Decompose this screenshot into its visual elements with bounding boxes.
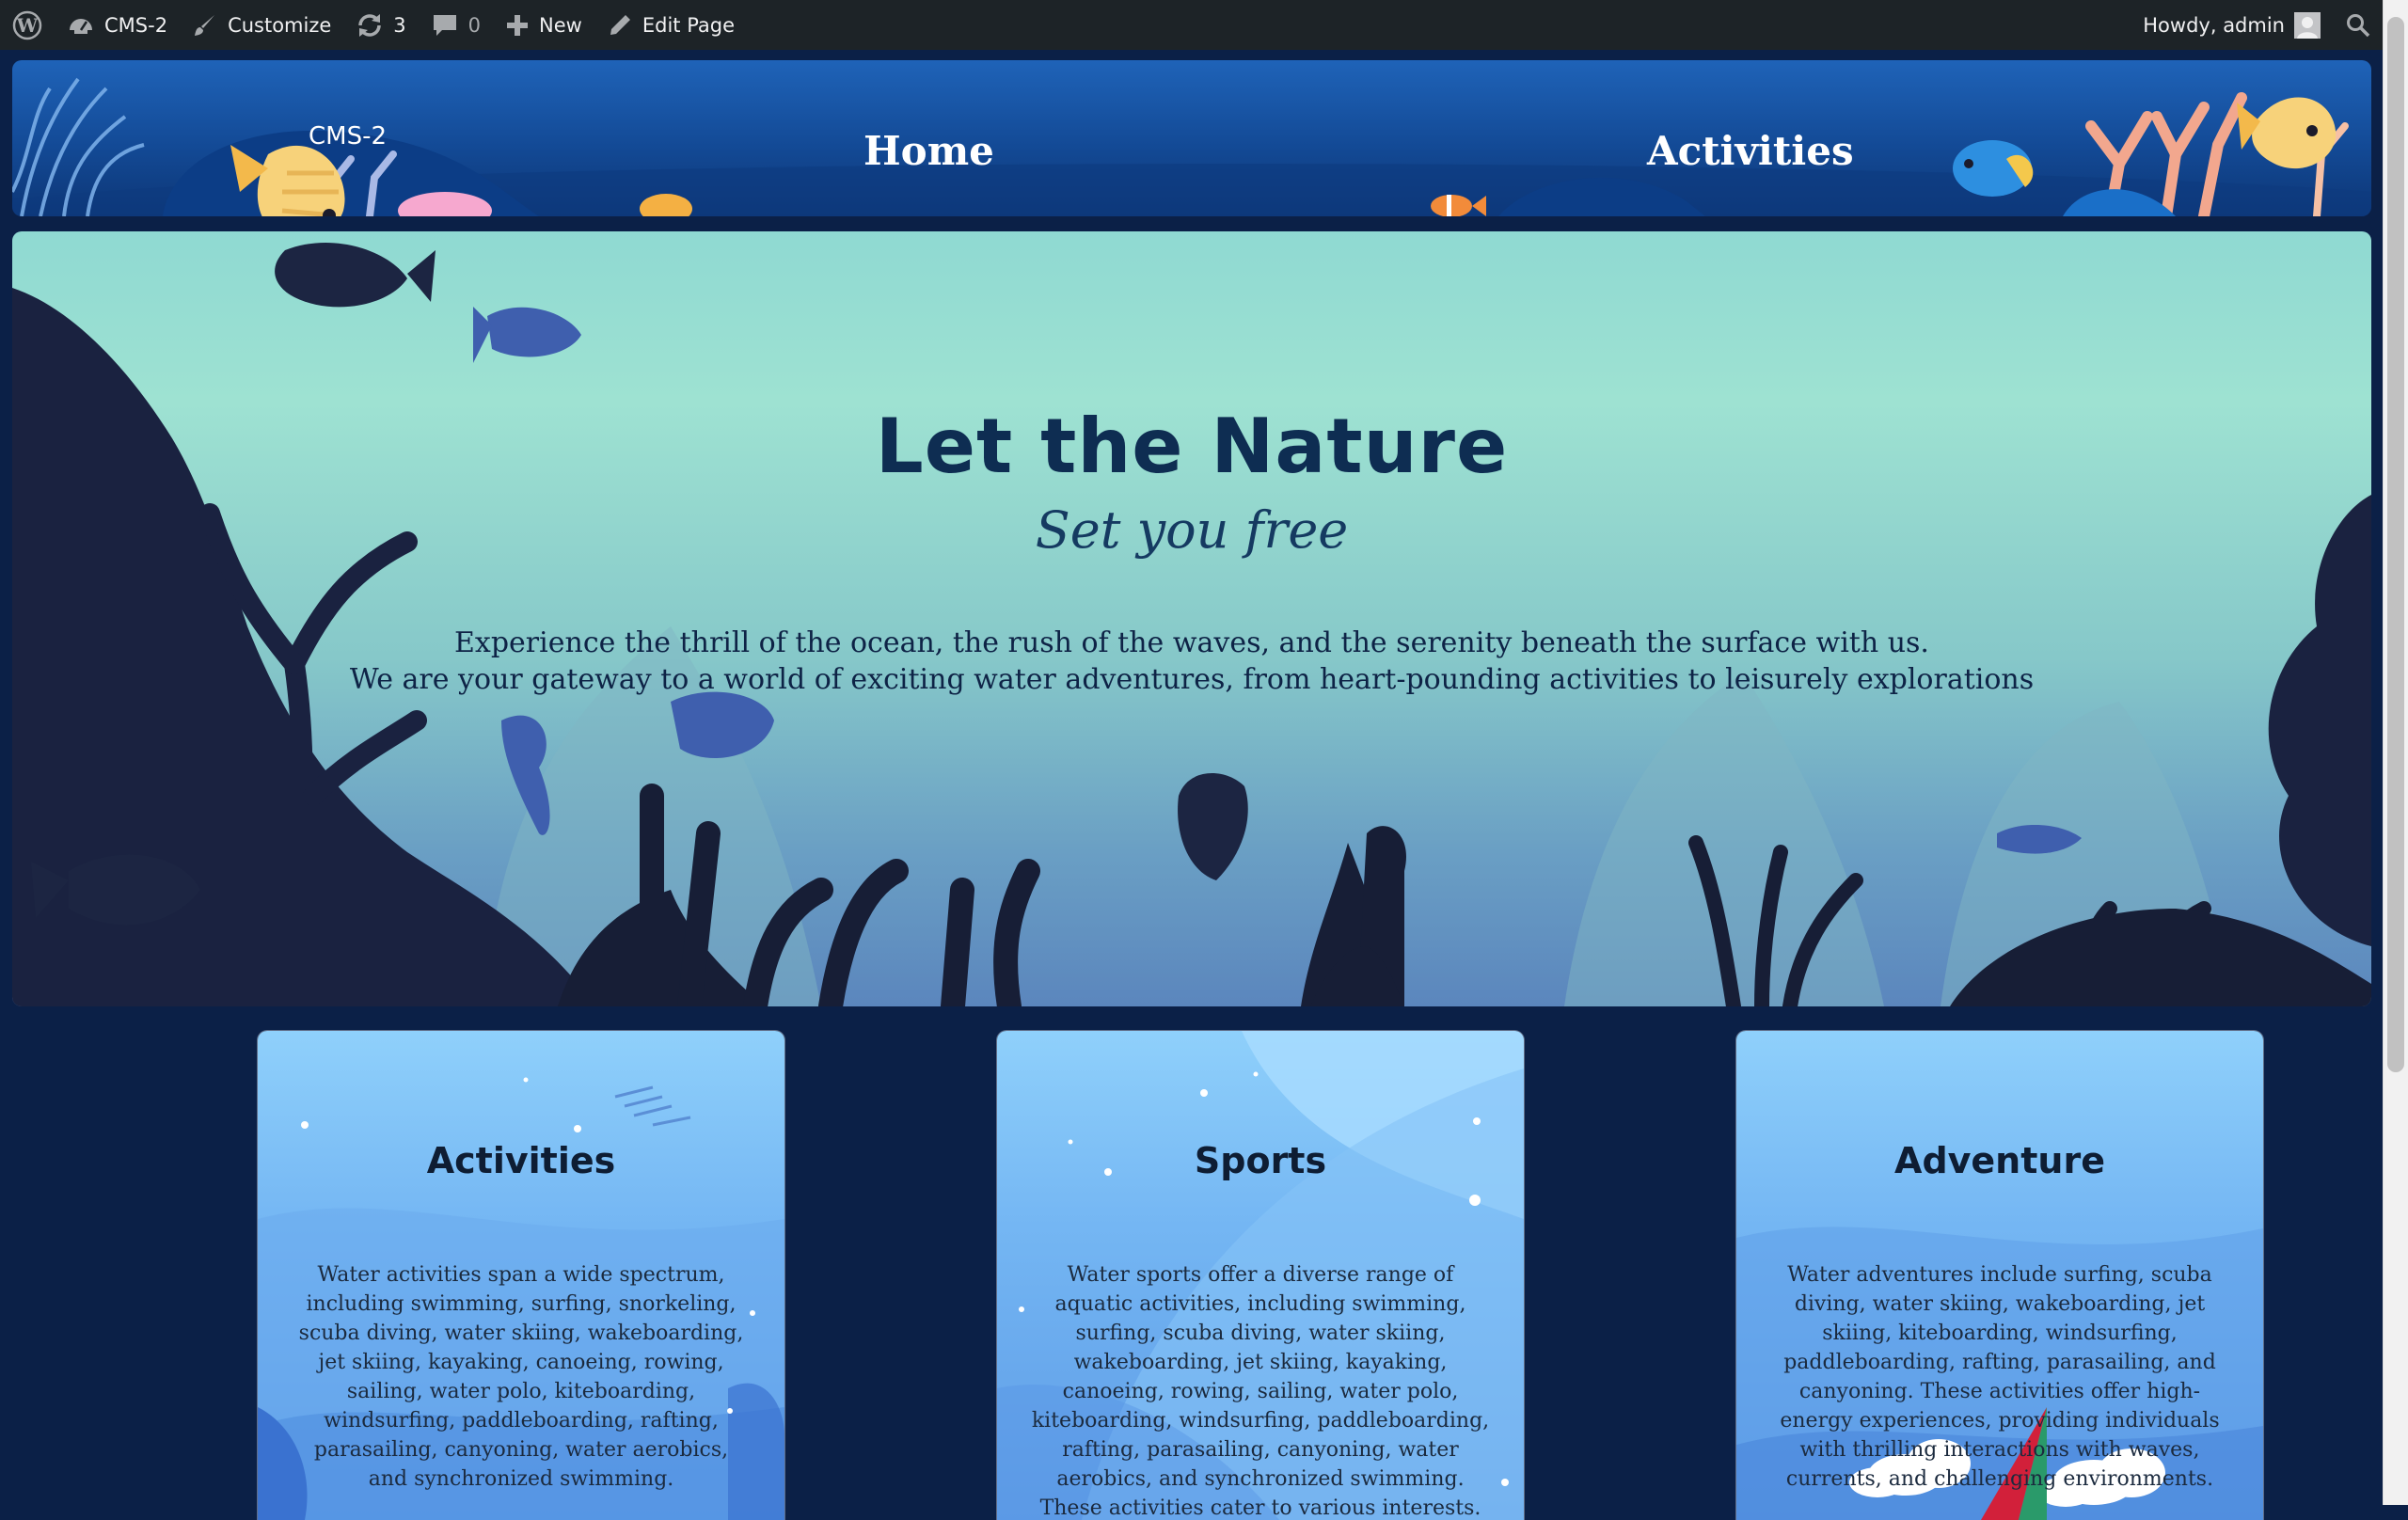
comment-bubble-icon: [431, 11, 459, 40]
card-adventure[interactable]: Adventure Water adventures include surfi…: [1736, 1031, 2263, 1520]
greeting-label: Howdy, admin: [2143, 13, 2285, 37]
wp-logo-menu[interactable]: W: [0, 0, 55, 50]
svg-text:W: W: [16, 14, 39, 37]
customize-link[interactable]: Customize: [180, 0, 343, 50]
card-description: Water sports offer a diverse range of aq…: [1031, 1263, 1490, 1520]
new-label: New: [539, 13, 582, 37]
site-name-label: CMS-2: [104, 13, 168, 37]
hero-description: Experience the thrill of the ocean, the …: [12, 625, 2371, 698]
site-name-menu[interactable]: CMS-2: [55, 0, 180, 50]
comments-count: 0: [467, 13, 482, 37]
hero-subtitle: Set you free: [1035, 500, 1349, 560]
hero-section: Let the Nature Set you free Experience t…: [12, 231, 2371, 1006]
card-activities[interactable]: Activities Water activities span a wide …: [258, 1031, 784, 1520]
paintbrush-icon: [192, 12, 218, 39]
admin-bar: W CMS-2 Customize 3 0 New Edit Page Howd…: [0, 0, 2384, 50]
nav-activities-link[interactable]: Activities: [1647, 128, 1854, 174]
card-sports[interactable]: Sports Water sports offer a diverse rang…: [997, 1031, 1524, 1520]
wordpress-logo-icon: W: [12, 10, 42, 40]
site-header: CMS-2 Home Activities: [12, 60, 2371, 216]
card-description: Water adventures include surfing, scuba …: [1780, 1263, 2220, 1491]
customize-label: Customize: [228, 13, 332, 37]
plus-icon: [505, 13, 530, 38]
card-title: Sports: [1194, 1140, 1327, 1181]
edit-page-label: Edit Page: [642, 13, 736, 37]
hero-line-2: We are your gateway to a world of exciti…: [349, 663, 2035, 696]
card-title: Activities: [426, 1140, 616, 1181]
card-title: Adventure: [1894, 1140, 2105, 1181]
nav-home-link[interactable]: Home: [863, 128, 994, 174]
comments-link[interactable]: 0: [419, 0, 493, 50]
site-title[interactable]: CMS-2: [309, 122, 387, 150]
page-scrollbar[interactable]: [2383, 0, 2408, 1505]
admin-search[interactable]: [2333, 0, 2384, 50]
scrollbar-thumb[interactable]: [2387, 17, 2404, 1072]
avatar-icon: [2294, 11, 2321, 39]
card-description: Water activities span a wide spectrum, i…: [298, 1263, 744, 1491]
updates-link[interactable]: 3: [343, 0, 418, 50]
new-content-menu[interactable]: New: [493, 0, 594, 50]
dashboard-icon: [67, 11, 95, 40]
underwater-hero-illustration: [12, 242, 2371, 1006]
hero-title: Let the Nature: [875, 403, 1509, 490]
my-account-menu[interactable]: Howdy, admin: [2131, 0, 2333, 50]
hero-line-1: Experience the thrill of the ocean, the …: [454, 626, 1929, 659]
edit-page-link[interactable]: Edit Page: [594, 0, 747, 50]
updates-icon: [356, 11, 384, 40]
updates-count: 3: [393, 13, 406, 37]
pencil-icon: [607, 12, 633, 39]
search-icon: [2345, 12, 2371, 39]
